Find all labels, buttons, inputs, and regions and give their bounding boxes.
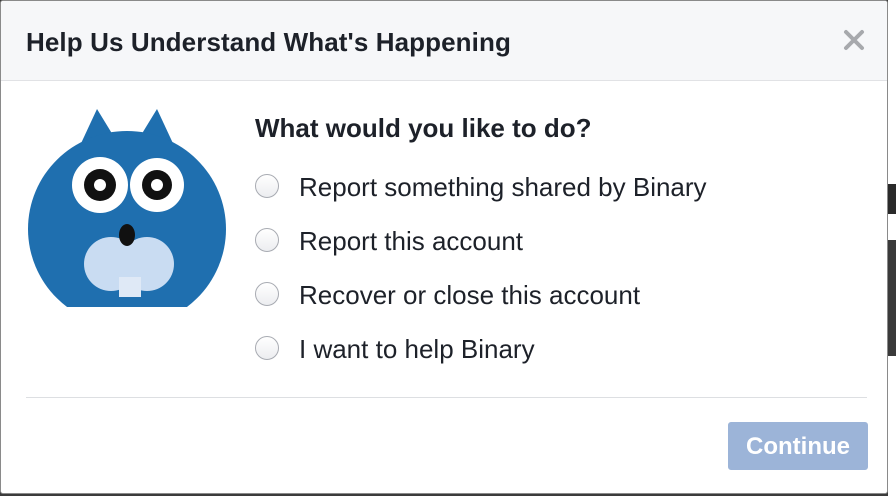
- continue-button[interactable]: Continue: [728, 422, 868, 470]
- radio-button[interactable]: [255, 336, 279, 360]
- avatar: [27, 107, 227, 307]
- option-report-shared[interactable]: Report something shared by Binary: [255, 168, 707, 222]
- page-backdrop: [888, 0, 896, 496]
- owl-avatar-icon: [27, 109, 227, 307]
- radio-button[interactable]: [255, 282, 279, 306]
- radio-button[interactable]: [255, 228, 279, 252]
- option-label: Recover or close this account: [299, 280, 641, 310]
- backdrop-shade: [888, 184, 896, 214]
- option-help-user[interactable]: I want to help Binary: [255, 330, 707, 384]
- radio-button[interactable]: [255, 174, 279, 198]
- dialog-title: Help Us Understand What's Happening: [26, 27, 511, 57]
- backdrop-shade: [888, 240, 896, 356]
- footer-divider: [26, 397, 867, 398]
- option-label: Report something shared by Binary: [299, 172, 707, 202]
- report-dialog: Help Us Understand What's Happening What…: [0, 0, 888, 494]
- dialog-header: Help Us Understand What's Happening: [1, 1, 887, 81]
- option-report-account[interactable]: Report this account: [255, 222, 707, 276]
- options-list: Report something shared by Binary Report…: [255, 168, 707, 384]
- option-recover-close-account[interactable]: Recover or close this account: [255, 276, 707, 330]
- option-label: I want to help Binary: [299, 334, 535, 364]
- close-icon: [839, 25, 869, 55]
- question-heading: What would you like to do?: [255, 113, 592, 143]
- close-button[interactable]: [839, 25, 869, 55]
- option-label: Report this account: [299, 226, 524, 256]
